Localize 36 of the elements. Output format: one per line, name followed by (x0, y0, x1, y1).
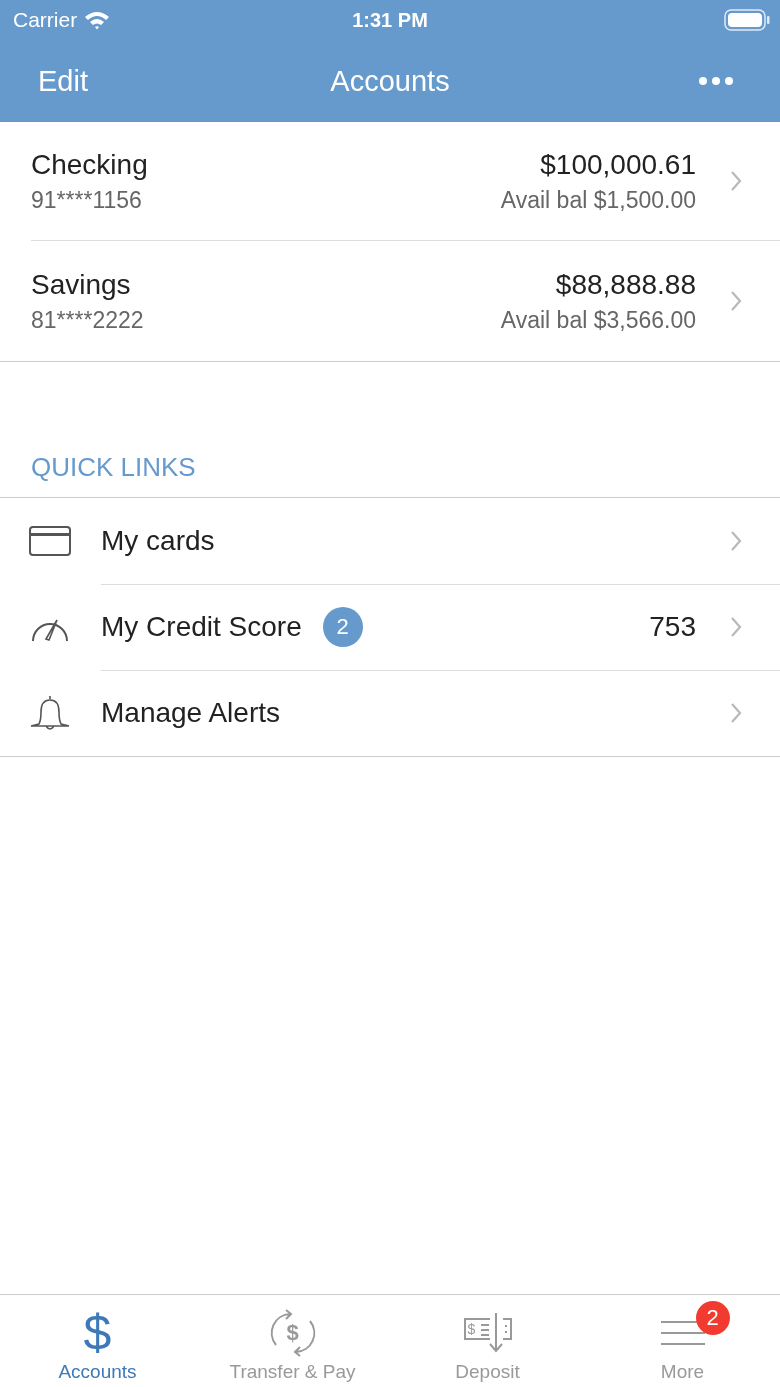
carrier-name: Carrier (13, 8, 78, 32)
account-number: 91****1156 (31, 186, 143, 214)
available-balance: Avail bal $3,566.00 (500, 306, 696, 334)
nav-title: Accounts (330, 64, 450, 98)
chevron-icon (730, 170, 742, 192)
chevron-icon (730, 529, 742, 552)
chevron-icon (730, 702, 742, 724)
count-badge: 2 (322, 606, 363, 647)
available-balance: Avail bal $1,500.00 (500, 186, 696, 214)
tab-bar-item[interactable]: 2 More (585, 1295, 780, 1387)
chevron-icon (730, 290, 742, 312)
chevron-icon (730, 615, 742, 638)
account-balance: $88,888.88 (555, 268, 696, 301)
account-number: 81****2222 (31, 306, 145, 334)
account-name: Checking (31, 148, 149, 181)
menu-icon (659, 1319, 706, 1347)
quick-link-label: My Credit Score (101, 610, 302, 643)
status-time: 1:31 PM (352, 8, 428, 32)
dollar-icon: $ (83, 1308, 112, 1358)
account-row[interactable]: Savings 81****2222 $88,888.88 Avail bal $3,566.00 (31, 241, 780, 361)
wifi-icon (83, 10, 112, 30)
quick-link-row[interactable]: My Credit Score 2 753 (0, 584, 780, 670)
quick-link-label: My cards (101, 524, 215, 557)
battery-icon (724, 9, 770, 31)
notification-badge: 2 (695, 1301, 730, 1335)
tab-bar-item[interactable]: $ Accounts (0, 1295, 195, 1387)
more-icon[interactable] (698, 76, 734, 86)
quick-link-row[interactable]: My cards (0, 498, 780, 584)
section-heading: QUICK LINKS (0, 452, 780, 498)
bell-icon (28, 694, 71, 732)
account-name: Savings (31, 268, 132, 301)
credit-score-value: 753 (649, 610, 696, 643)
quick-link-label: Manage Alerts (101, 697, 280, 729)
card-icon (28, 526, 71, 556)
account-row[interactable]: Checking 91****1156 $100,000.61 Avail bal $1,500.00 (31, 122, 780, 241)
account-balance: $100,000.61 (540, 148, 696, 181)
